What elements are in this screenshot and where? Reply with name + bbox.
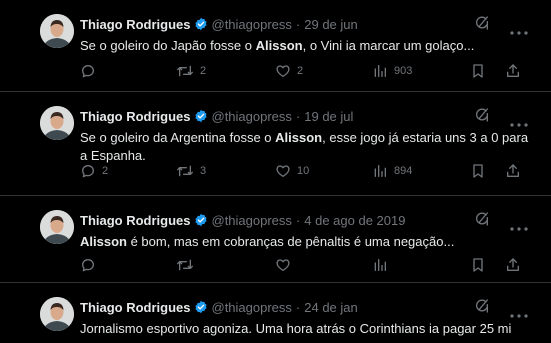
like-icon [275,63,291,79]
views-button[interactable]: 894 [372,161,412,181]
retweet-icon [176,257,194,273]
tweet-text: Alisson é bom, mas em cobranças de pênal… [80,233,532,251]
share-button[interactable] [505,161,521,181]
retweet-button[interactable]: 2 [176,61,206,81]
tweet-header: Thiago Rodrigues @thiagopress · 4 de ago… [80,211,481,229]
tweet-text-part: , o Vini ia marcar um golaço... [302,38,475,53]
like-icon [275,257,291,273]
tweet-text-part: Se o goleiro do Japão fosse o [80,38,256,53]
tweet-date[interactable]: 24 de jan [304,300,358,315]
avatar[interactable] [40,210,74,244]
tweet-actions: 2 3 10 894 [80,161,520,181]
tweet-text: Se o goleiro da Argentina fosse o Alisso… [80,129,532,165]
like-button[interactable]: 10 [275,161,309,181]
bookmark-icon [471,257,485,273]
avatar[interactable] [40,14,74,48]
tweet-header: Thiago Rodrigues @thiagopress · 29 de ju… [80,15,481,33]
tweet[interactable]: Thiago Rodrigues @thiagopress · 29 de ju… [0,0,551,92]
reply-button[interactable] [80,255,96,275]
tweet-date[interactable]: 4 de ago de 2019 [304,213,405,228]
views-button[interactable]: 903 [372,61,412,81]
like-button[interactable] [275,255,291,275]
tweet[interactable]: Thiago Rodrigues @thiagopress · 4 de ago… [0,196,551,283]
tweet-feed: Thiago Rodrigues @thiagopress · 29 de ju… [0,0,551,343]
share-icon [505,63,521,79]
reply-button[interactable] [80,61,102,81]
share-icon [505,163,521,179]
grok-icon[interactable] [474,15,490,36]
avatar[interactable] [40,297,74,331]
views-button[interactable] [372,255,388,275]
verified-badge-icon [194,213,208,227]
grok-icon[interactable] [474,107,490,128]
views-icon [372,257,388,273]
bookmark-icon [471,163,485,179]
verified-badge-icon [194,109,208,123]
verified-badge-icon [194,17,208,31]
reply-icon [80,257,96,273]
like-button[interactable]: 2 [275,61,303,81]
bookmark-button[interactable] [471,161,485,181]
share-icon [505,257,521,273]
tweet-text-part: é bom, mas em cobranças de pênaltis é um… [126,234,455,249]
author-name[interactable]: Thiago Rodrigues [80,213,191,228]
tweet-date[interactable]: 29 de jun [304,17,358,32]
author-handle[interactable]: @thiagopress [212,17,292,32]
views-icon [372,163,388,179]
author-name[interactable]: Thiago Rodrigues [80,17,191,32]
tweet-text-bold: Alisson [275,130,323,145]
views-count: 894 [394,165,413,177]
tweet-actions: 2 2 903 [80,61,520,81]
views-count: 903 [394,65,413,77]
author-handle[interactable]: @thiagopress [212,109,292,124]
like-icon [275,163,291,179]
retweet-icon [176,63,194,79]
share-button[interactable] [505,61,521,81]
share-button[interactable] [505,255,521,275]
bookmark-button[interactable] [471,255,485,275]
tweet-header: Thiago Rodrigues @thiagopress · 19 de ju… [80,107,481,125]
bookmark-button[interactable] [471,61,485,81]
reply-count: 2 [102,165,109,177]
separator: · [295,108,301,124]
author-name[interactable]: Thiago Rodrigues [80,109,191,124]
tweet-header: Thiago Rodrigues @thiagopress · 24 de ja… [80,298,481,316]
grok-icon[interactable] [474,211,490,232]
tweet-text: Se o goleiro do Japão fosse o Alisson, o… [80,37,532,55]
retweet-button[interactable] [176,255,194,275]
verified-badge-icon [194,300,208,314]
tweet-text-bold: Alisson [255,38,303,53]
separator: · [295,16,301,32]
reply-icon [80,63,96,79]
separator: · [295,299,301,315]
tweet[interactable]: Thiago Rodrigues @thiagopress · 24 de ja… [0,283,551,343]
tweet[interactable]: Thiago Rodrigues @thiagopress · 19 de ju… [0,92,551,196]
tweet-text-part: Se o goleiro da Argentina fosse o [80,130,276,145]
tweet-actions [80,255,520,275]
bookmark-icon [471,63,485,79]
author-handle[interactable]: @thiagopress [212,300,292,315]
tweet-date[interactable]: 19 de jul [304,109,353,124]
retweet-count: 2 [200,65,207,77]
retweet-icon [176,163,194,179]
tweet-text: Jornalismo esportivo agoniza. Uma hora a… [80,320,532,338]
author-name[interactable]: Thiago Rodrigues [80,300,191,315]
views-icon [372,63,388,79]
grok-icon[interactable] [474,298,490,319]
tweet-text-bold: Alisson [80,234,127,249]
like-count: 10 [297,165,310,177]
avatar[interactable] [40,106,74,140]
tweet-text-part: Jornalismo esportivo agoniza. Uma hora a… [80,321,512,336]
reply-button[interactable]: 2 [80,161,108,181]
separator: · [295,212,301,228]
retweet-button[interactable]: 3 [176,161,206,181]
reply-icon [80,163,96,179]
retweet-count: 3 [200,165,207,177]
author-handle[interactable]: @thiagopress [212,213,292,228]
like-count: 2 [297,65,304,77]
